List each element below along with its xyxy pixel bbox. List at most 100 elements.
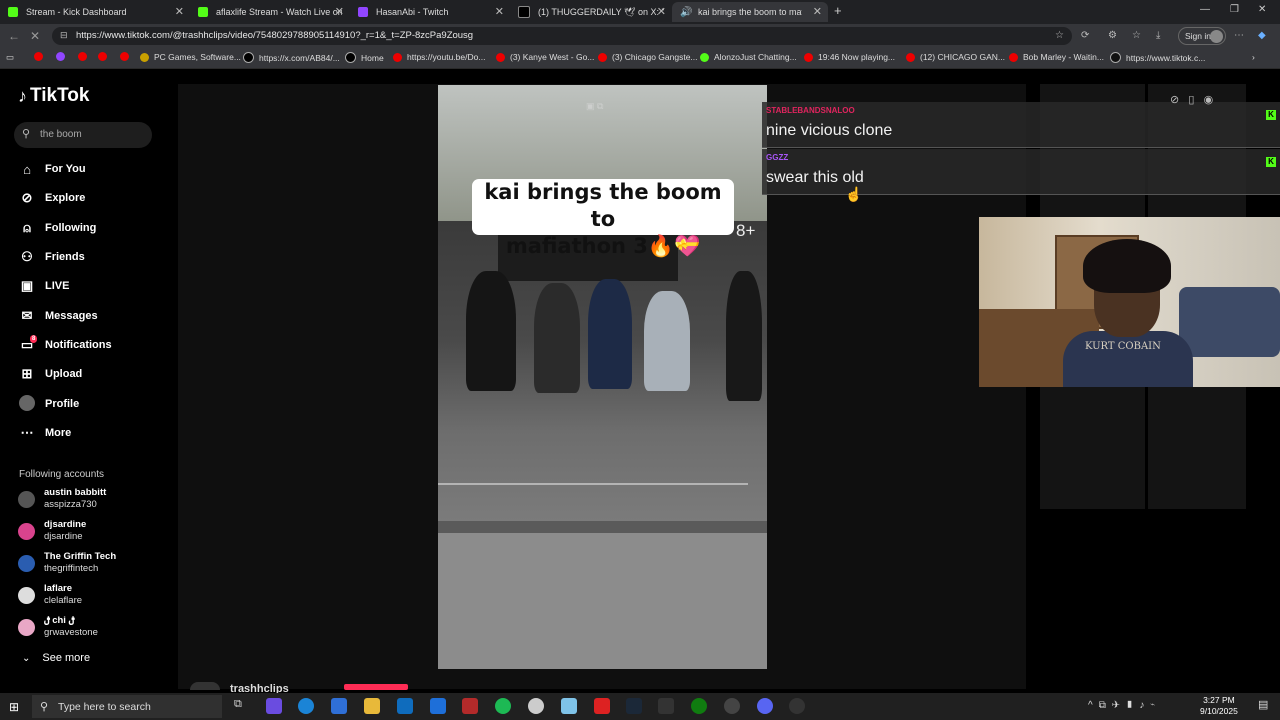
spotify-icon[interactable] [495,698,511,714]
nav-more[interactable]: ⋯ More [18,423,72,443]
epic-games-icon[interactable] [658,698,674,714]
apps-icon[interactable]: ▭ [6,52,14,63]
nav-explore[interactable]: ⊘ Explore [18,188,86,208]
account-item[interactable]: The Griffin Tech thegriffintech [18,549,116,577]
see-more-button[interactable]: ⌄ See more [22,652,90,664]
bookmark-alonzo[interactable]: AlonzoJust Chatting... [700,52,797,62]
avatar [18,618,35,636]
windows-start-icon[interactable]: ⊞ [9,700,19,714]
video-progress-bar[interactable] [438,483,748,485]
bookmark-bob-marley[interactable]: Bob Marley - Waitin... [1009,52,1104,62]
close-window-icon[interactable]: ✕ [1258,4,1266,15]
app-icon[interactable] [724,698,740,714]
tab-thuggerdaily-x[interactable]: (1) THUGGERDAILY 🕊 on X: "🔺 N ✕ [510,2,672,22]
video-person [644,291,690,391]
close-icon[interactable]: ✕ [335,5,344,18]
video-controls-icons[interactable]: ▣ ⧉ [586,101,603,112]
youtube-icon[interactable] [120,52,134,61]
bookmark-x-ab84[interactable]: https://x.com/AB84/... [243,52,340,63]
copilot-icon[interactable] [266,698,282,714]
webcam-shirt: KURT COBAIN [1063,331,1193,387]
youtube-icon[interactable] [98,52,112,61]
sign-in-button[interactable]: Sign in [1178,27,1226,45]
nav-profile[interactable]: Profile [18,394,79,414]
store-icon[interactable] [331,698,347,714]
tiktok-logo[interactable]: ♪ TikTok [18,85,89,107]
tab-kick-dashboard[interactable]: Stream - Kick Dashboard ✕ [0,2,190,22]
new-tab-button[interactable]: + [834,3,842,18]
youtube-icon[interactable] [34,52,48,61]
downloads-icon[interactable]: ⤓ [1156,30,1160,41]
restore-icon[interactable]: ❐ [1230,4,1239,15]
video-action-icons[interactable]: ⊘ ▯ ◉ [1170,93,1213,106]
close-icon[interactable]: ✕ [175,5,184,18]
close-icon[interactable]: ✕ [813,5,822,18]
bookmark-kanye-west[interactable]: (3) Kanye West - Go... [496,52,594,62]
task-view-icon[interactable]: ⧉ [234,698,250,714]
account-item[interactable]: austin babbitt asspizza730 [18,485,106,513]
chevron-right-icon[interactable]: › [1252,52,1255,62]
discord-icon[interactable] [757,698,773,714]
account-item[interactable]: djsardine djsardine [18,517,86,545]
bookmark-youtube-do[interactable]: https://youtu.be/Do... [393,52,485,62]
close-icon[interactable]: ✕ [495,5,504,18]
taskbar-search[interactable]: ⚲ Type here to search [32,695,222,718]
nav-for-you[interactable]: ⌂ For You [18,159,85,179]
taskbar-clock[interactable]: 3:27 PM 9/10/2025 [1200,695,1238,717]
tab-hasanabi-twitch[interactable]: HasanAbi - Twitch ✕ [350,2,510,22]
app-icon[interactable] [789,698,805,714]
app-icon[interactable] [462,698,478,714]
steam-icon[interactable] [626,698,642,714]
bookmark-pc-games[interactable]: PC Games, Software... [140,52,241,62]
favorites-icon[interactable]: ☆ [1132,30,1141,41]
nav-messages[interactable]: ✉ Messages [18,306,98,326]
tab-aflaxlife-stream[interactable]: aflaxlife Stream - Watch Live on K ✕ [190,2,350,22]
edge-icon[interactable] [298,698,314,714]
video-player[interactable]: ▣ ⧉ kai brings the boom to mafiathon 3🔥💝… [438,85,767,669]
copilot-icon[interactable]: ◆ [1258,30,1266,41]
speaker-icon[interactable]: 🔊 [680,7,692,18]
nav-upload[interactable]: ⊞ Upload [18,364,83,384]
bookmark-home[interactable]: Home [345,52,384,63]
address-bar[interactable]: ⊟ https://www.tiktok.com/@trashhclips/vi… [52,27,1072,45]
video-person [534,283,580,393]
x-logo-icon [518,6,530,18]
file-explorer-icon[interactable] [364,698,380,714]
youtube-icon[interactable] [78,52,92,61]
xbox-icon[interactable] [691,698,707,714]
site-info-icon[interactable]: ⊟ [60,30,68,41]
reload-icon[interactable]: ✕ [30,29,40,43]
more-icon: ⋯ [20,425,34,440]
app-icon[interactable] [561,698,577,714]
back-icon[interactable]: ← [8,29,20,43]
messages-icon: ✉ [21,308,33,323]
twitch-icon[interactable] [56,52,70,61]
extensions-icon[interactable]: ⚙ [1108,30,1117,41]
search-input[interactable]: ⚲ the boom [14,122,152,148]
bookmark-tiktok[interactable]: https://www.tiktok.c... [1110,52,1205,63]
bookmark-chicago-gangste[interactable]: (3) Chicago Gangste... [598,52,698,62]
account-item[interactable]: laflare clelaflare [18,581,82,609]
system-tray-icons[interactable]: ^⧉✈▮♪⌁ [1088,700,1161,711]
close-icon[interactable]: ✕ [657,5,666,18]
account-item[interactable]: ࢦ chi ࢦ grwavestone [18,613,98,641]
outlook-icon[interactable] [397,698,413,714]
refresh-icon[interactable]: ⟳ [1081,30,1089,41]
minimize-icon[interactable]: — [1200,4,1210,15]
star-icon[interactable]: ☆ [1055,30,1064,41]
nav-notifications[interactable]: ▭ 8 Notifications [18,335,112,355]
bookmark-chicago-gan[interactable]: (12) CHICAGO GAN... [906,52,1005,62]
nav-live[interactable]: ▣ LIVE [18,276,70,296]
menu-dots-icon[interactable]: ⋯ [1234,30,1244,41]
tiktok-note-icon: ♪ [18,85,27,106]
nav-following[interactable]: ⍝ Following [18,218,96,238]
author-avatar[interactable] [190,682,220,690]
tab-tiktok-video[interactable]: 🔊 kai brings the boom to mafia ✕ [672,2,828,22]
app-icon[interactable] [594,698,610,714]
app-icon[interactable] [528,698,544,714]
bookmark-now-playing[interactable]: 19:46 Now playing... [804,52,895,62]
notifications-icon[interactable]: ▤ [1258,698,1274,714]
nav-friends[interactable]: ⚇ Friends [18,247,85,267]
app-icon[interactable] [430,698,446,714]
follow-button[interactable] [344,684,408,690]
